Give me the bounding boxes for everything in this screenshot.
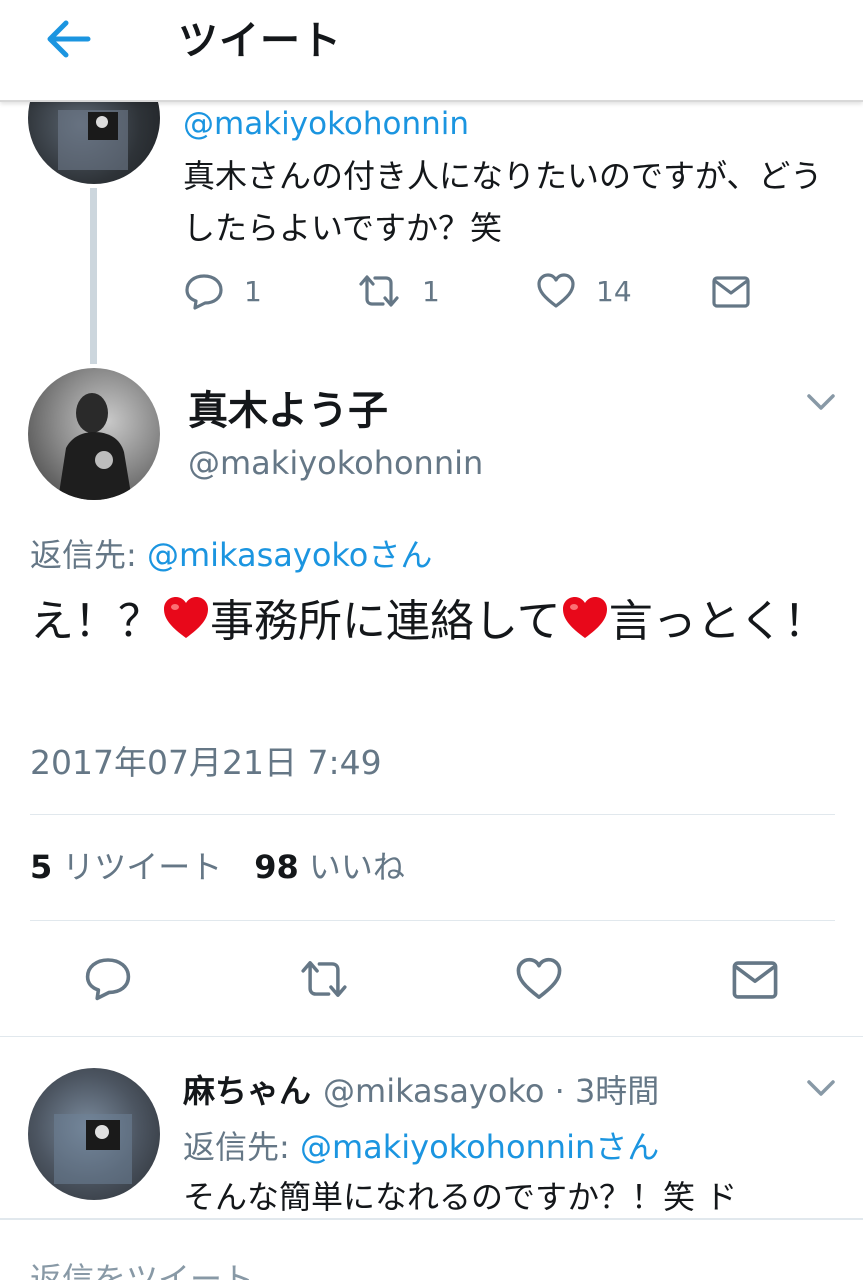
- reply-tweet-header: 麻ちゃん @mikasayoko · 3時間: [183, 1066, 659, 1112]
- reply-icon: [185, 274, 223, 310]
- like-label[interactable]: いいね: [309, 842, 405, 888]
- chevron-down-icon: [807, 394, 835, 410]
- retweet-icon: [359, 275, 399, 307]
- main-tweet-author-name[interactable]: 真木よう子: [188, 378, 388, 436]
- reply-tweet-reply-to: 返信先: @makiyokohonninさん: [183, 1122, 659, 1168]
- thread-connector-line: [90, 188, 97, 364]
- reply-tweet-avatar[interactable]: [28, 1068, 160, 1200]
- stats-bottom-divider: [30, 920, 835, 921]
- reply-tweet-handle-time[interactable]: @mikasayoko · 3時間: [323, 1066, 659, 1112]
- main-tweet-timestamp[interactable]: 2017年07月21日 7:49: [30, 736, 382, 784]
- envelope-icon: [732, 961, 778, 999]
- reply-to-link[interactable]: @mikasayokoさん: [147, 536, 432, 574]
- main-tweet-author-handle[interactable]: @makiyokohonnin: [188, 444, 483, 482]
- reply-to-prefix: 返信先:: [30, 536, 137, 574]
- page-title: ツイート: [178, 18, 342, 64]
- main-tweet-text-part3: 言っとく！: [608, 596, 828, 647]
- previous-retweet-action[interactable]: 1: [356, 272, 440, 310]
- back-arrow-icon: [47, 20, 91, 58]
- back-button[interactable]: [42, 14, 96, 64]
- reply-icon: [85, 958, 131, 1001]
- main-tweet-text: え！？ 事務所に連絡して 言っとく！: [30, 592, 840, 652]
- previous-reply-count: 1: [244, 274, 262, 308]
- retweet-count[interactable]: 5: [30, 848, 52, 886]
- envelope-icon: [712, 276, 750, 308]
- previous-tweet-text: 真木さんの付き人になりたいのですが、どうしたらよいですか？笑: [183, 157, 823, 247]
- previous-tweet-handle[interactable]: @makiyokohonnin: [183, 106, 469, 142]
- previous-like-action[interactable]: 14: [536, 272, 632, 310]
- main-tweet-menu[interactable]: [806, 392, 836, 416]
- main-dm-button[interactable]: [732, 960, 778, 1000]
- red-heart-emoji-icon: [562, 597, 607, 638]
- main-tweet-text-part1: え！？: [30, 596, 162, 647]
- previous-retweet-count: 1: [422, 274, 440, 308]
- main-tweet-reply-to: 返信先: @mikasayokoさん: [30, 530, 432, 576]
- reply-to-prefix: 返信先:: [183, 1128, 290, 1166]
- main-tweet-stats: 5 リツイート 98 いいね: [30, 842, 405, 888]
- retweet-icon: [301, 961, 347, 997]
- reply-compose-placeholder[interactable]: 返信をツイート: [30, 1254, 254, 1280]
- stats-top-divider: [30, 814, 835, 815]
- previous-dm-action[interactable]: [712, 276, 750, 308]
- previous-like-count: 14: [596, 274, 632, 308]
- red-heart-emoji-icon: [164, 597, 208, 638]
- reply-tweet-menu[interactable]: [806, 1078, 836, 1102]
- chevron-down-icon: [807, 1080, 835, 1096]
- main-like-button[interactable]: [514, 956, 564, 1002]
- reply-section-divider: [0, 1036, 863, 1037]
- main-reply-button[interactable]: [84, 955, 132, 1001]
- main-retweet-button[interactable]: [296, 957, 352, 1001]
- top-bar: ツイート: [0, 0, 863, 102]
- heart-icon: [516, 957, 562, 999]
- reply-to-link[interactable]: @makiyokohonninさん: [300, 1128, 659, 1166]
- heart-icon: [537, 273, 575, 308]
- previous-reply-action[interactable]: 1: [184, 272, 262, 310]
- reply-tweet-author-name[interactable]: 麻ちゃん: [183, 1066, 311, 1112]
- like-count[interactable]: 98: [254, 848, 299, 886]
- main-tweet-avatar[interactable]: [28, 368, 160, 500]
- reply-compose-bar[interactable]: 返信をツイート: [0, 1218, 863, 1280]
- retweet-label[interactable]: リツイート: [62, 842, 222, 888]
- main-tweet-text-part2: 事務所に連絡して: [210, 596, 561, 647]
- reply-tweet-text: そんな簡単になれるのですか？！笑 ド: [183, 1178, 738, 1216]
